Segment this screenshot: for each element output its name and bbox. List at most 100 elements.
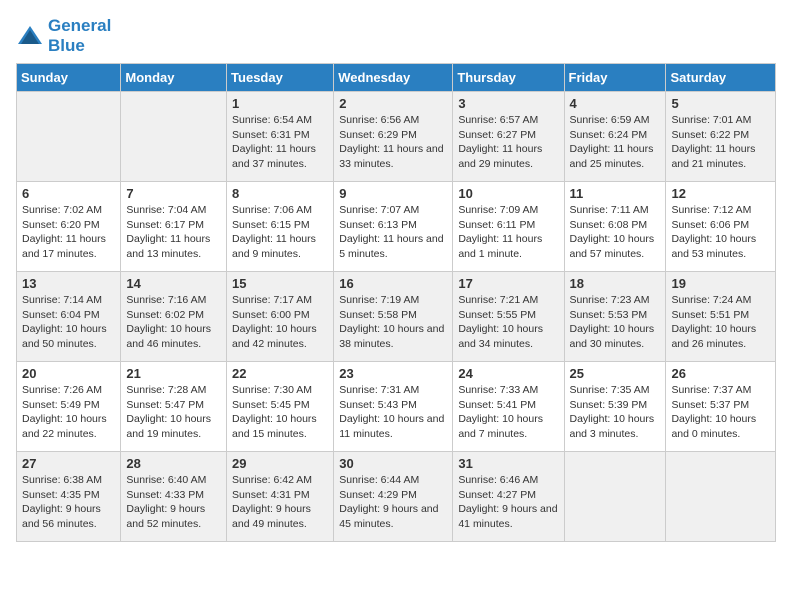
day-info: Sunrise: 7:35 AM Sunset: 5:39 PM Dayligh…	[570, 383, 661, 442]
day-info: Sunrise: 7:01 AM Sunset: 6:22 PM Dayligh…	[671, 113, 770, 172]
calendar-cell: 10 Sunrise: 7:09 AM Sunset: 6:11 PM Dayli…	[453, 182, 564, 272]
day-info: Sunrise: 6:56 AM Sunset: 6:29 PM Dayligh…	[339, 113, 447, 172]
calendar-cell: 19Sunrise: 7:24 AM Sunset: 5:51 PM Dayli…	[666, 272, 776, 362]
day-info: Sunrise: 6:54 AM Sunset: 6:31 PM Dayligh…	[232, 113, 328, 172]
day-info: Sunrise: 7:02 AM Sunset: 6:20 PM Dayligh…	[22, 203, 115, 262]
day-number: 5	[671, 96, 770, 111]
calendar-cell: 17 Sunrise: 7:21 AM Sunset: 5:55 PM Dayli…	[453, 272, 564, 362]
day-number: 1	[232, 96, 328, 111]
day-number: 4	[570, 96, 661, 111]
weekday-header: Tuesday	[227, 64, 334, 92]
day-number: 8	[232, 186, 328, 201]
day-number: 3	[458, 96, 558, 111]
calendar-cell: 30 Sunrise: 6:44 AM Sunset: 4:29 PM Dayli…	[334, 452, 453, 542]
day-info: Sunrise: 6:42 AM Sunset: 4:31 PM Dayligh…	[232, 473, 328, 532]
day-info: Sunrise: 6:57 AM Sunset: 6:27 PM Dayligh…	[458, 113, 558, 172]
calendar-cell: 14Sunrise: 7:16 AM Sunset: 6:02 PM Dayli…	[121, 272, 227, 362]
day-info: Sunrise: 7:21 AM Sunset: 5:55 PM Dayligh…	[458, 293, 558, 352]
calendar-cell	[121, 92, 227, 182]
calendar-cell: 4 Sunrise: 6:59 AM Sunset: 6:24 PM Daylig…	[564, 92, 666, 182]
calendar-cell: 6 Sunrise: 7:02 AM Sunset: 6:20 PM Daylig…	[17, 182, 121, 272]
calendar-week-row: 20 Sunrise: 7:26 AM Sunset: 5:49 PM Dayli…	[17, 362, 776, 452]
calendar-header: SundayMondayTuesdayWednesdayThursdayFrid…	[17, 64, 776, 92]
day-number: 15	[232, 276, 328, 291]
logo-icon	[16, 22, 44, 50]
calendar-cell: 29 Sunrise: 6:42 AM Sunset: 4:31 PM Dayli…	[227, 452, 334, 542]
calendar-cell	[666, 452, 776, 542]
calendar-cell: 27Sunrise: 6:38 AM Sunset: 4:35 PM Dayli…	[17, 452, 121, 542]
header-row: SundayMondayTuesdayWednesdayThursdayFrid…	[17, 64, 776, 92]
calendar-cell: 16Sunrise: 7:19 AM Sunset: 5:58 PM Dayli…	[334, 272, 453, 362]
day-info: Sunrise: 7:07 AM Sunset: 6:13 PM Dayligh…	[339, 203, 447, 262]
calendar-cell: 2Sunrise: 6:56 AM Sunset: 6:29 PM Daylig…	[334, 92, 453, 182]
calendar-cell: 12 Sunrise: 7:12 AM Sunset: 6:06 PM Dayli…	[666, 182, 776, 272]
calendar-week-row: 13 Sunrise: 7:14 AM Sunset: 6:04 PM Dayli…	[17, 272, 776, 362]
calendar-cell: 26Sunrise: 7:37 AM Sunset: 5:37 PM Dayli…	[666, 362, 776, 452]
day-number: 10	[458, 186, 558, 201]
day-number: 28	[126, 456, 221, 471]
calendar-cell: 1 Sunrise: 6:54 AM Sunset: 6:31 PM Daylig…	[227, 92, 334, 182]
day-info: Sunrise: 7:33 AM Sunset: 5:41 PM Dayligh…	[458, 383, 558, 442]
day-info: Sunrise: 7:24 AM Sunset: 5:51 PM Dayligh…	[671, 293, 770, 352]
calendar-cell: 3 Sunrise: 6:57 AM Sunset: 6:27 PM Daylig…	[453, 92, 564, 182]
day-number: 20	[22, 366, 115, 381]
weekday-header: Monday	[121, 64, 227, 92]
calendar-body: 1 Sunrise: 6:54 AM Sunset: 6:31 PM Daylig…	[17, 92, 776, 542]
day-number: 17	[458, 276, 558, 291]
day-info: Sunrise: 7:37 AM Sunset: 5:37 PM Dayligh…	[671, 383, 770, 442]
weekday-header: Wednesday	[334, 64, 453, 92]
weekday-header: Thursday	[453, 64, 564, 92]
calendar-cell: 31 Sunrise: 6:46 AM Sunset: 4:27 PM Dayli…	[453, 452, 564, 542]
day-number: 11	[570, 186, 661, 201]
day-number: 13	[22, 276, 115, 291]
logo: General Blue	[16, 16, 111, 55]
day-number: 6	[22, 186, 115, 201]
calendar-cell: 25Sunrise: 7:35 AM Sunset: 5:39 PM Dayli…	[564, 362, 666, 452]
day-info: Sunrise: 6:38 AM Sunset: 4:35 PM Dayligh…	[22, 473, 115, 532]
day-number: 12	[671, 186, 770, 201]
day-info: Sunrise: 6:40 AM Sunset: 4:33 PM Dayligh…	[126, 473, 221, 532]
day-number: 24	[458, 366, 558, 381]
day-number: 23	[339, 366, 447, 381]
day-number: 31	[458, 456, 558, 471]
day-number: 14	[126, 276, 221, 291]
logo-text: General Blue	[48, 16, 111, 55]
calendar-cell: 21 Sunrise: 7:28 AM Sunset: 5:47 PM Dayli…	[121, 362, 227, 452]
calendar-week-row: 6 Sunrise: 7:02 AM Sunset: 6:20 PM Daylig…	[17, 182, 776, 272]
calendar-table: SundayMondayTuesdayWednesdayThursdayFrid…	[16, 63, 776, 542]
day-info: Sunrise: 6:59 AM Sunset: 6:24 PM Dayligh…	[570, 113, 661, 172]
day-number: 29	[232, 456, 328, 471]
day-info: Sunrise: 7:14 AM Sunset: 6:04 PM Dayligh…	[22, 293, 115, 352]
calendar-cell: 24 Sunrise: 7:33 AM Sunset: 5:41 PM Dayli…	[453, 362, 564, 452]
day-number: 16	[339, 276, 447, 291]
day-info: Sunrise: 7:28 AM Sunset: 5:47 PM Dayligh…	[126, 383, 221, 442]
calendar-cell: 11 Sunrise: 7:11 AM Sunset: 6:08 PM Dayli…	[564, 182, 666, 272]
day-info: Sunrise: 6:46 AM Sunset: 4:27 PM Dayligh…	[458, 473, 558, 532]
day-info: Sunrise: 7:12 AM Sunset: 6:06 PM Dayligh…	[671, 203, 770, 262]
day-info: Sunrise: 7:31 AM Sunset: 5:43 PM Dayligh…	[339, 383, 447, 442]
day-number: 21	[126, 366, 221, 381]
day-number: 18	[570, 276, 661, 291]
day-info: Sunrise: 7:26 AM Sunset: 5:49 PM Dayligh…	[22, 383, 115, 442]
weekday-header: Friday	[564, 64, 666, 92]
calendar-cell: 20 Sunrise: 7:26 AM Sunset: 5:49 PM Dayli…	[17, 362, 121, 452]
day-number: 7	[126, 186, 221, 201]
day-info: Sunrise: 7:23 AM Sunset: 5:53 PM Dayligh…	[570, 293, 661, 352]
calendar-week-row: 27Sunrise: 6:38 AM Sunset: 4:35 PM Dayli…	[17, 452, 776, 542]
calendar-cell: 28 Sunrise: 6:40 AM Sunset: 4:33 PM Dayli…	[121, 452, 227, 542]
calendar-cell	[17, 92, 121, 182]
calendar-cell: 13 Sunrise: 7:14 AM Sunset: 6:04 PM Dayli…	[17, 272, 121, 362]
day-info: Sunrise: 7:11 AM Sunset: 6:08 PM Dayligh…	[570, 203, 661, 262]
day-number: 9	[339, 186, 447, 201]
day-info: Sunrise: 7:30 AM Sunset: 5:45 PM Dayligh…	[232, 383, 328, 442]
calendar-cell: 9 Sunrise: 7:07 AM Sunset: 6:13 PM Daylig…	[334, 182, 453, 272]
day-info: Sunrise: 7:09 AM Sunset: 6:11 PM Dayligh…	[458, 203, 558, 262]
day-info: Sunrise: 7:17 AM Sunset: 6:00 PM Dayligh…	[232, 293, 328, 352]
day-info: Sunrise: 6:44 AM Sunset: 4:29 PM Dayligh…	[339, 473, 447, 532]
day-number: 22	[232, 366, 328, 381]
calendar-week-row: 1 Sunrise: 6:54 AM Sunset: 6:31 PM Daylig…	[17, 92, 776, 182]
calendar-cell	[564, 452, 666, 542]
day-number: 30	[339, 456, 447, 471]
day-info: Sunrise: 7:06 AM Sunset: 6:15 PM Dayligh…	[232, 203, 328, 262]
weekday-header: Saturday	[666, 64, 776, 92]
